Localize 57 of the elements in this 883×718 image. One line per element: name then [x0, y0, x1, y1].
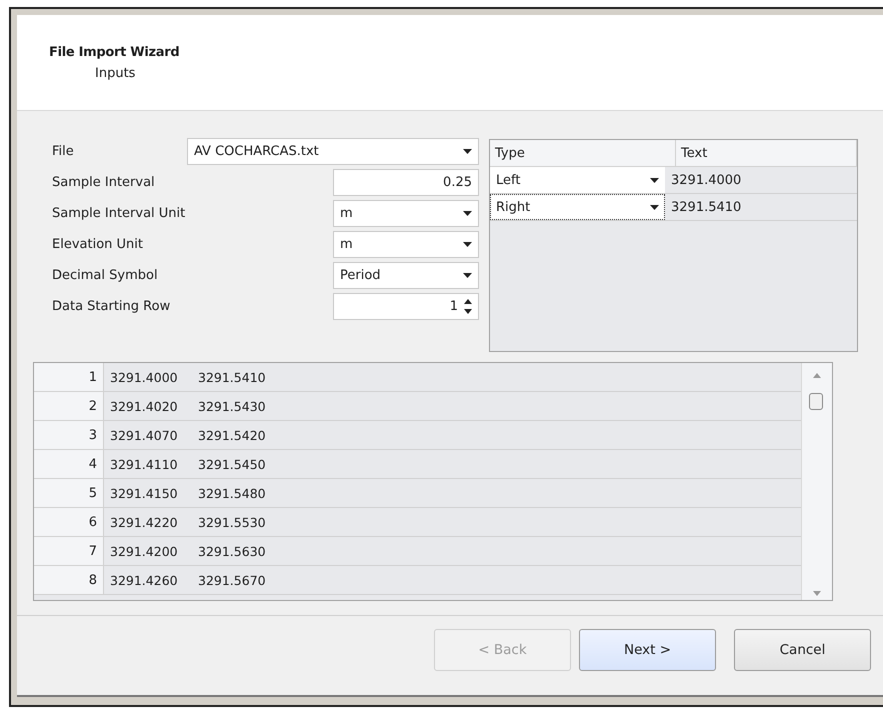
field-label: Sample Interval [52, 175, 155, 190]
caret-icon [463, 273, 472, 278]
dropdown-field[interactable]: m [333, 231, 479, 258]
scrollbar[interactable] [801, 363, 832, 600]
wizard-title: File Import Wizard [49, 45, 180, 60]
table-cell-text: 3291.4200 [109, 542, 179, 560]
row-number: 5 [34, 479, 104, 507]
caret-icon [463, 211, 472, 216]
row-number: 4 [34, 450, 104, 478]
table-cell-text: 3291.4000 [109, 368, 179, 386]
caret-icon [650, 204, 659, 210]
table-cell-text: 3291.5480 [197, 484, 267, 502]
table-cell-text: 3291.4020 [109, 398, 179, 416]
input-field[interactable]: 0.25 [333, 169, 479, 196]
row-number: 8 [34, 566, 104, 594]
caret-icon [463, 242, 472, 247]
table-cell-text: 3291.4000 [670, 172, 742, 190]
row-number: 7 [34, 537, 104, 565]
caret-icon [650, 178, 659, 182]
column-header[interactable]: Text [676, 140, 857, 166]
table-cell-text: 3291.5530 [197, 514, 267, 532]
field-label: Data Starting Row [52, 299, 170, 314]
table-cell-text: 3291.5670 [197, 572, 267, 590]
table-cell-text: 3291.4070 [109, 426, 179, 444]
spinner-field[interactable]: 1 [333, 293, 479, 320]
table-cell-text: 3291.5410 [197, 368, 267, 386]
row-number: 6 [34, 508, 104, 536]
dropdown-field[interactable]: AV COCHARCAS.txt [187, 138, 479, 165]
table-cell-text: 3291.5420 [197, 426, 267, 444]
scroll-thumb[interactable] [809, 393, 823, 410]
wizard-subtitle: Inputs [94, 66, 136, 81]
wizard-button[interactable]: Next > [579, 628, 716, 670]
column-header[interactable]: Type [490, 140, 676, 166]
row-number: 2 [34, 392, 104, 420]
row-number: 3 [34, 421, 104, 449]
table-cell-text: 3291.5630 [197, 542, 267, 560]
table-cell-text: 3291.5450 [197, 456, 267, 474]
table-cell-text: 3291.4260 [109, 572, 179, 590]
table-cell-text: 3291.4150 [109, 484, 179, 502]
type-dropdown[interactable]: Right [490, 194, 665, 220]
table-cell-text: 3291.5430 [197, 398, 267, 416]
scroll-down-icon[interactable] [813, 591, 821, 596]
table-cell-text: 3291.4110 [109, 456, 179, 474]
scroll-up-icon[interactable] [813, 373, 821, 378]
table-cell-text: 3291.4220 [109, 514, 179, 532]
dropdown-field[interactable]: Period [333, 262, 479, 289]
table-cell-text: 3291.5410 [670, 198, 742, 216]
spinner-arrows-icon[interactable] [464, 298, 472, 315]
field-label: Elevation Unit [52, 237, 143, 252]
wizard-button[interactable]: Cancel [734, 628, 871, 670]
row-number: 1 [34, 363, 104, 391]
dropdown-field[interactable]: m [333, 200, 479, 227]
field-label: Sample Interval Unit [52, 206, 186, 221]
type-dropdown[interactable]: Left [490, 167, 665, 193]
field-label: File [52, 144, 74, 159]
field-label: Decimal Symbol [52, 268, 158, 283]
caret-icon [463, 149, 472, 154]
